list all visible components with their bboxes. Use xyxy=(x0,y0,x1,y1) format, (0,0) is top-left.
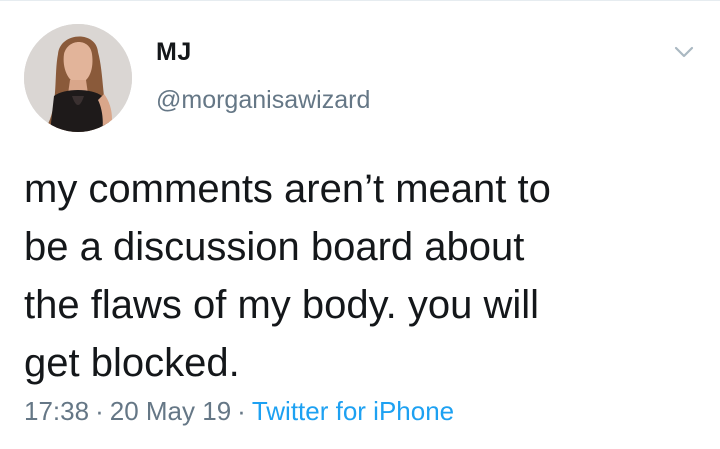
meta-separator: · xyxy=(95,396,104,426)
tweet-card: MJ @morganisawizard my comments aren’t m… xyxy=(0,0,720,449)
tweet-text-line: get blocked. xyxy=(24,341,240,385)
tweet-text-line: be a discussion board about xyxy=(24,225,525,269)
avatar[interactable] xyxy=(24,24,132,132)
tweet-source-link[interactable]: Twitter for iPhone xyxy=(252,396,454,426)
divider xyxy=(0,0,720,1)
meta-separator: · xyxy=(237,396,246,426)
display-name[interactable]: MJ xyxy=(156,38,192,67)
tweet-date[interactable]: 20 May 19 xyxy=(110,396,231,426)
user-handle[interactable]: @morganisawizard xyxy=(156,86,370,115)
tweet-text-line: my comments aren’t meant to xyxy=(24,167,551,211)
chevron-down-icon[interactable] xyxy=(670,40,698,64)
tweet-text-line: the flaws of my body. you will xyxy=(24,283,540,327)
tweet-text: my comments aren’t meant to be a discuss… xyxy=(24,160,664,392)
tweet-time[interactable]: 17:38 xyxy=(24,396,89,426)
avatar-photo xyxy=(24,24,132,132)
tweet-meta: 17:38 · 20 May 19 · Twitter for iPhone xyxy=(24,396,454,427)
